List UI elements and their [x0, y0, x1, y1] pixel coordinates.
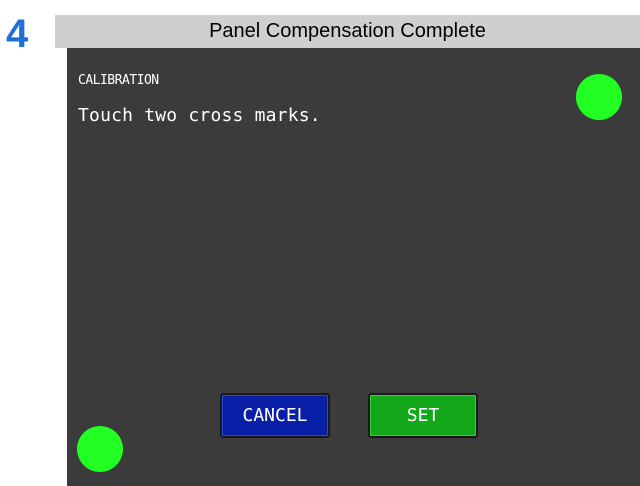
page-title: Panel Compensation Complete: [209, 20, 486, 42]
cancel-button[interactable]: CANCEL: [220, 393, 330, 438]
screen-instruction: Touch two cross marks.: [78, 105, 321, 126]
title-bar: Panel Compensation Complete: [55, 15, 640, 48]
cross-mark-bottom-left-icon[interactable]: [77, 426, 123, 472]
screen-heading: CALIBRATION: [78, 73, 159, 88]
step-number: 4: [6, 12, 29, 56]
calibration-screen: CALIBRATION Touch two cross marks. CANCE…: [67, 48, 640, 486]
cross-mark-top-right-icon[interactable]: [576, 74, 622, 120]
set-button[interactable]: SET: [368, 393, 478, 438]
set-button-label: SET: [406, 405, 440, 426]
cancel-button-label: CANCEL: [242, 405, 308, 426]
